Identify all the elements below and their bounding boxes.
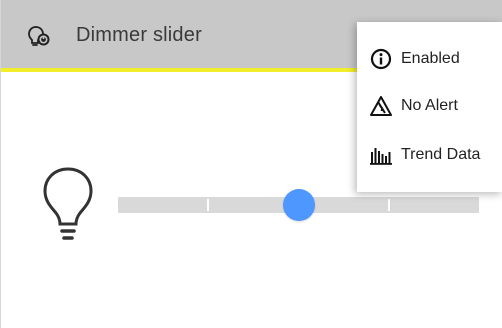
dimmer-bulb-icon [28,26,50,46]
context-menu: Enabled No Alert Trend Data [357,22,502,192]
menu-item-label: No Alert [401,97,458,114]
menu-item-label: Trend Data [401,146,481,163]
dimmer-slider-thumb[interactable] [282,189,315,221]
card-title: Dimmer slider [76,24,202,46]
slider-tick [207,199,210,211]
trend-data-icon [370,148,392,165]
menu-item-no-alert[interactable]: No Alert [357,89,502,123]
alert-triangle-icon [370,96,392,116]
lightbulb-icon [43,167,93,240]
dimmer-card: Dimmer slider Enabled No Alert Trend Dat… [0,0,502,328]
slider-tick [387,199,390,211]
menu-item-label: Enabled [401,50,460,67]
info-circle-icon [370,48,392,70]
dimmer-slider-track[interactable] [118,189,479,221]
menu-item-trend-data[interactable]: Trend Data [357,138,502,172]
menu-item-enabled[interactable]: Enabled [357,42,502,76]
